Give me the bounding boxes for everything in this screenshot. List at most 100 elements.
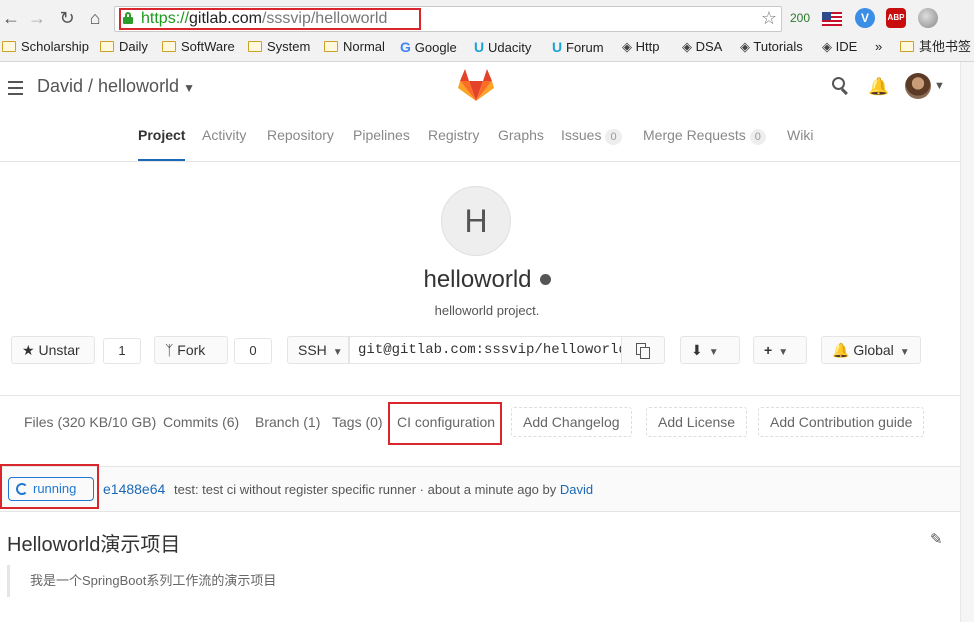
search-icon[interactable]	[832, 77, 850, 96]
page-scrollbar[interactable]	[960, 62, 974, 622]
diamond-icon: ◈	[682, 39, 696, 54]
bookmark-forum[interactable]: U Forum	[552, 38, 604, 56]
chevron-down-icon: ▼	[899, 347, 910, 358]
project-tabs: Project Activity Repository Pipelines Re…	[0, 112, 974, 162]
extension-counter[interactable]: 200	[790, 8, 810, 28]
bookmarks-bar: Scholarship Daily SoftWare System Normal…	[0, 36, 974, 58]
project-breadcrumb[interactable]: David / helloworld ▼	[37, 76, 195, 97]
chevron-down-icon[interactable]: ▼	[934, 80, 945, 92]
forward-arrow-icon[interactable]: →	[26, 4, 48, 32]
pencil-edit-icon[interactable]: ✎	[930, 530, 943, 548]
us-flag-icon[interactable]	[822, 12, 842, 26]
commit-author-link[interactable]: David	[560, 482, 593, 497]
bookmark-udacity[interactable]: U Udacity	[474, 38, 531, 56]
avatar[interactable]	[905, 73, 931, 99]
diamond-icon: ◈	[740, 39, 754, 54]
tab-repository[interactable]: Repository	[267, 127, 334, 161]
adblock-icon[interactable]: ABP	[886, 8, 906, 28]
bookmark-label: Daily	[119, 39, 148, 54]
reload-icon[interactable]: ↻	[56, 4, 78, 32]
project-description: helloworld project.	[434, 303, 540, 318]
add-contribution-guide-button[interactable]: Add Contribution guide	[758, 407, 925, 437]
fork-button[interactable]: ᛉ Fork	[154, 336, 228, 364]
add-license-button[interactable]: Add License	[646, 407, 748, 437]
unstar-button[interactable]: ★ Unstar	[11, 336, 95, 364]
files-link[interactable]: Files (320 KB/10 GB)	[24, 414, 156, 430]
bookmark-software[interactable]: SoftWare	[162, 38, 235, 56]
tab-activity[interactable]: Activity	[202, 127, 246, 161]
bookmark-label: DSA	[695, 39, 723, 54]
tab-label: Merge Requests	[643, 127, 746, 143]
bookmark-tutorials[interactable]: ◈ Tutorials	[740, 38, 803, 56]
folder-icon	[248, 41, 262, 52]
commit-message-text: test: test ci without register specific …	[174, 482, 557, 497]
public-globe-icon	[539, 274, 551, 285]
hamburger-menu-icon[interactable]	[8, 81, 23, 99]
chevron-down-icon: ▼	[183, 81, 195, 95]
star-icon: ★	[22, 342, 35, 358]
bookmark-label: 其他书签	[919, 39, 972, 54]
commits-link[interactable]: Commits (6)	[163, 414, 239, 430]
chevron-down-icon: ▼	[708, 347, 719, 358]
bookmark-label: IDE	[835, 39, 858, 54]
bookmark-label: Scholarship	[21, 39, 89, 54]
tags-link[interactable]: Tags (0)	[332, 414, 383, 430]
tab-issues[interactable]: Issues 0	[561, 127, 622, 161]
readme-heading: Helloworld演示项目	[7, 534, 181, 556]
tab-wiki[interactable]: Wiki	[787, 127, 813, 161]
url-scheme: https://	[141, 10, 190, 27]
url-path: /sssvip/helloworld	[261, 10, 388, 27]
globe-extension-icon[interactable]	[918, 8, 938, 28]
address-bar[interactable]: https://gitlab.com/sssvip/helloworld ☆	[114, 6, 782, 32]
bell-icon[interactable]: 🔔	[868, 77, 889, 97]
clone-url-input[interactable]: git@gitlab.com:sssvip/helloworld.	[349, 336, 622, 364]
bookmark-other[interactable]: 其他书签	[900, 38, 971, 56]
star-count[interactable]: 1	[103, 338, 141, 364]
fork-count[interactable]: 0	[234, 338, 272, 364]
bookmark-label: Normal	[343, 39, 385, 54]
bookmark-label: System	[267, 39, 311, 54]
bookmark-ide[interactable]: ◈ IDE	[822, 38, 857, 56]
bookmarks-overflow[interactable]: »	[875, 38, 882, 56]
folder-icon	[900, 41, 914, 52]
add-changelog-button[interactable]: Add Changelog	[511, 407, 632, 437]
commit-sha-link[interactable]: e1488e64	[103, 481, 165, 497]
tab-registry[interactable]: Registry	[428, 127, 479, 161]
gitlab-logo-icon[interactable]	[458, 68, 494, 102]
bookmark-system[interactable]: System	[248, 38, 310, 56]
fork-label: Fork	[177, 342, 206, 358]
url-text[interactable]: https://gitlab.com/sssvip/helloworld	[141, 10, 387, 28]
download-dropdown[interactable]: ⬇ ▼	[680, 336, 740, 364]
download-icon: ⬇	[691, 342, 703, 358]
bell-icon: 🔔	[832, 342, 850, 358]
branch-link[interactable]: Branch (1)	[255, 414, 320, 430]
clone-protocol-dropdown[interactable]: SSH ▼	[287, 336, 349, 364]
tab-label: Issues	[561, 127, 602, 143]
bookmark-star-icon[interactable]: ☆	[761, 8, 777, 29]
bookmark-dsa[interactable]: ◈ DSA	[682, 38, 722, 56]
bookmark-http[interactable]: ◈ Http	[622, 38, 659, 56]
udacity-icon: U	[552, 39, 566, 55]
tab-graphs[interactable]: Graphs	[498, 127, 544, 161]
copy-clipboard-icon[interactable]	[621, 336, 665, 364]
tab-merge-requests[interactable]: Merge Requests 0	[643, 127, 766, 161]
unstar-label: Unstar	[38, 342, 80, 358]
notification-dropdown[interactable]: 🔔 Global ▼	[821, 336, 921, 364]
folder-icon	[100, 41, 114, 52]
back-arrow-icon[interactable]: ←	[0, 4, 22, 32]
tab-pipelines[interactable]: Pipelines	[353, 127, 410, 161]
tab-project[interactable]: Project	[138, 127, 186, 161]
home-icon[interactable]: ⌂	[84, 4, 106, 32]
add-dropdown[interactable]: + ▼	[753, 336, 807, 364]
v-extension-icon[interactable]: V	[855, 8, 875, 28]
bookmark-normal[interactable]: Normal	[324, 38, 385, 56]
fork-icon: ᛉ	[165, 342, 174, 358]
folder-icon	[162, 41, 176, 52]
merge-requests-count-badge: 0	[749, 129, 766, 145]
project-avatar: H	[441, 186, 511, 256]
bookmark-google[interactable]: G Google	[400, 38, 457, 56]
bookmark-daily[interactable]: Daily	[100, 38, 148, 56]
bookmark-label: Udacity	[488, 40, 532, 55]
bookmark-scholarship[interactable]: Scholarship	[2, 38, 89, 56]
notification-label: Global	[853, 342, 894, 358]
